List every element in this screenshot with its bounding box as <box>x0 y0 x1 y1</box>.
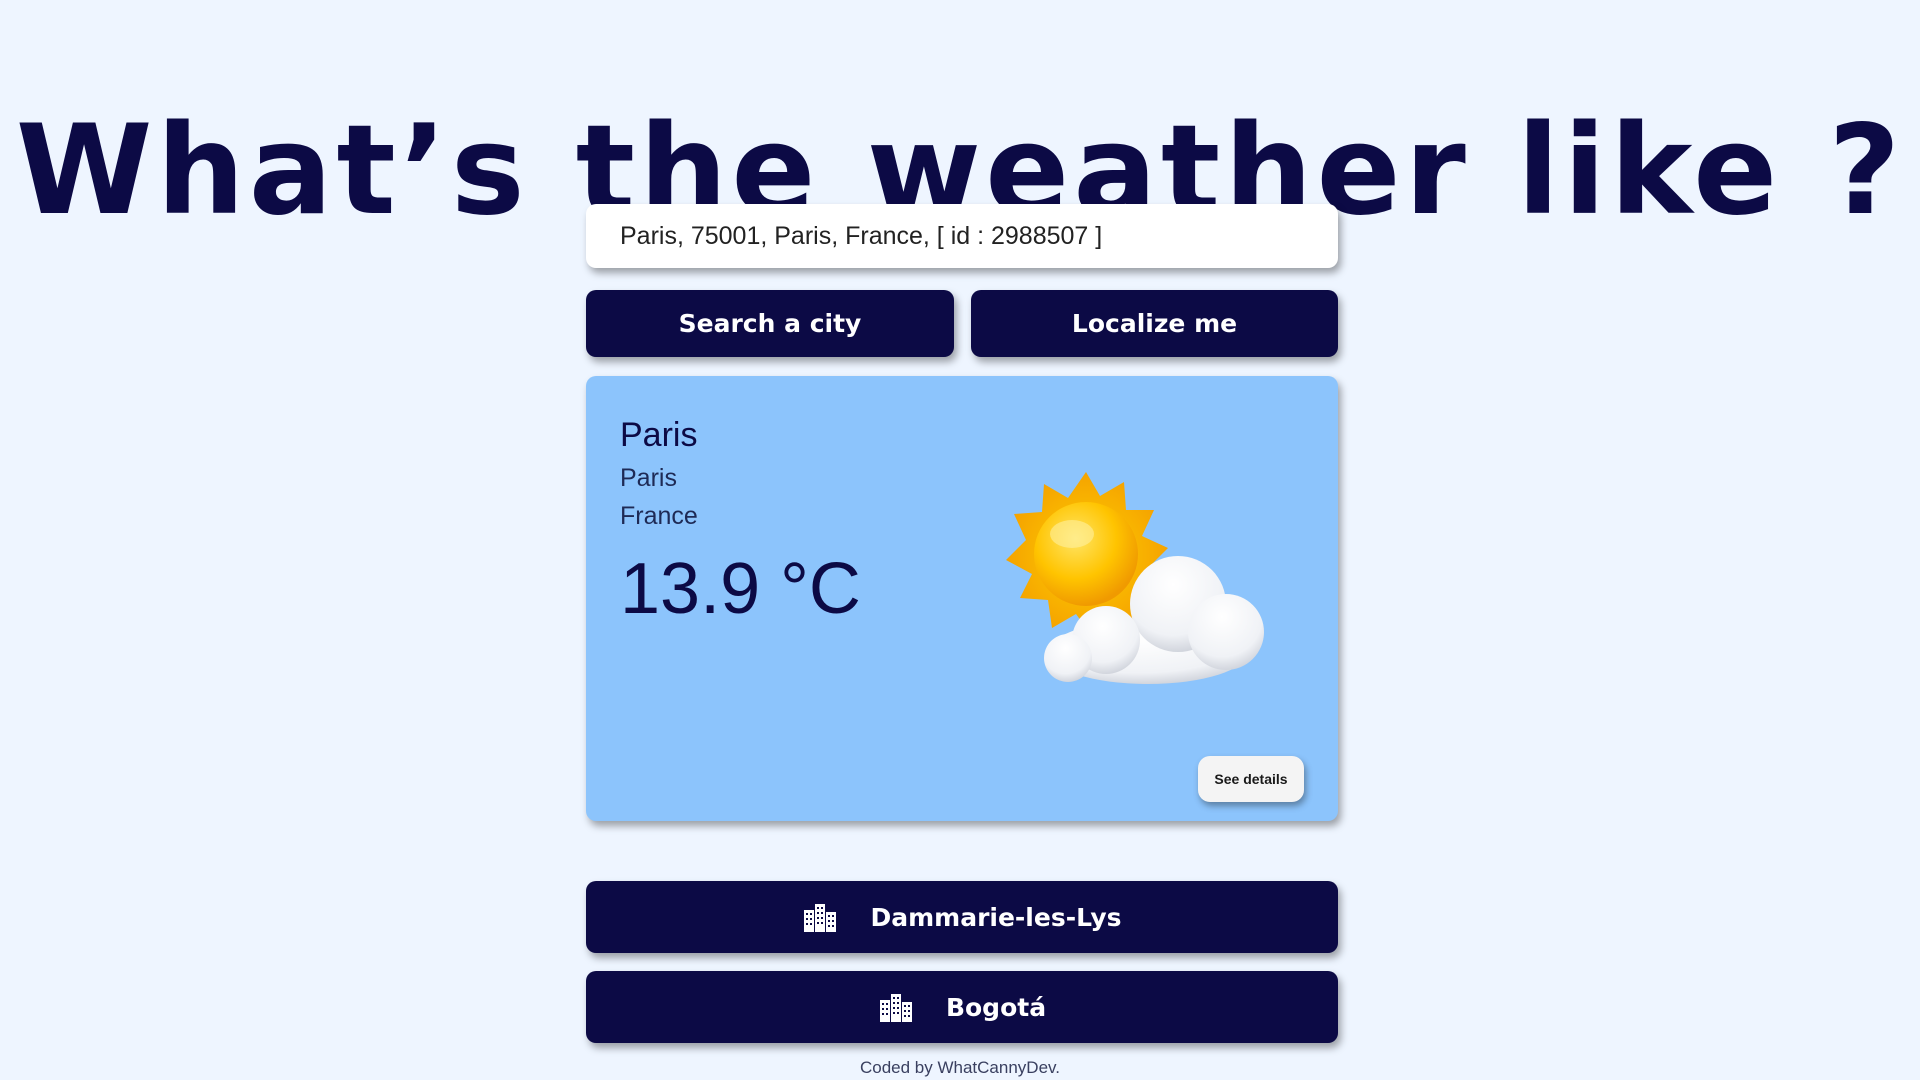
weather-city-name: Paris <box>620 416 698 454</box>
weather-region: Paris <box>620 464 677 492</box>
city-buildings-icon <box>804 904 837 932</box>
recent-city-button[interactable]: Bogotá <box>586 971 1338 1043</box>
partly-cloudy-icon <box>1006 472 1264 684</box>
recent-city-button[interactable]: Dammarie-les-Lys <box>586 881 1338 953</box>
recent-city-label: Dammarie-les-Lys <box>870 902 1122 932</box>
recent-city-label: Bogotá <box>945 992 1047 1022</box>
city-search-input[interactable] <box>586 204 1338 268</box>
see-details-button[interactable]: See details <box>1198 756 1304 802</box>
weather-country: France <box>620 502 698 530</box>
localize-me-button[interactable]: Localize me <box>971 290 1338 357</box>
weather-temperature: 13.9 °C <box>620 549 861 629</box>
weather-card: Paris Paris France 13.9 °C See details <box>586 376 1338 821</box>
city-buildings-icon <box>879 994 912 1022</box>
search-city-button[interactable]: Search a city <box>586 290 954 357</box>
footer-credit: Coded by WhatCannyDev. <box>859 1058 1060 1077</box>
